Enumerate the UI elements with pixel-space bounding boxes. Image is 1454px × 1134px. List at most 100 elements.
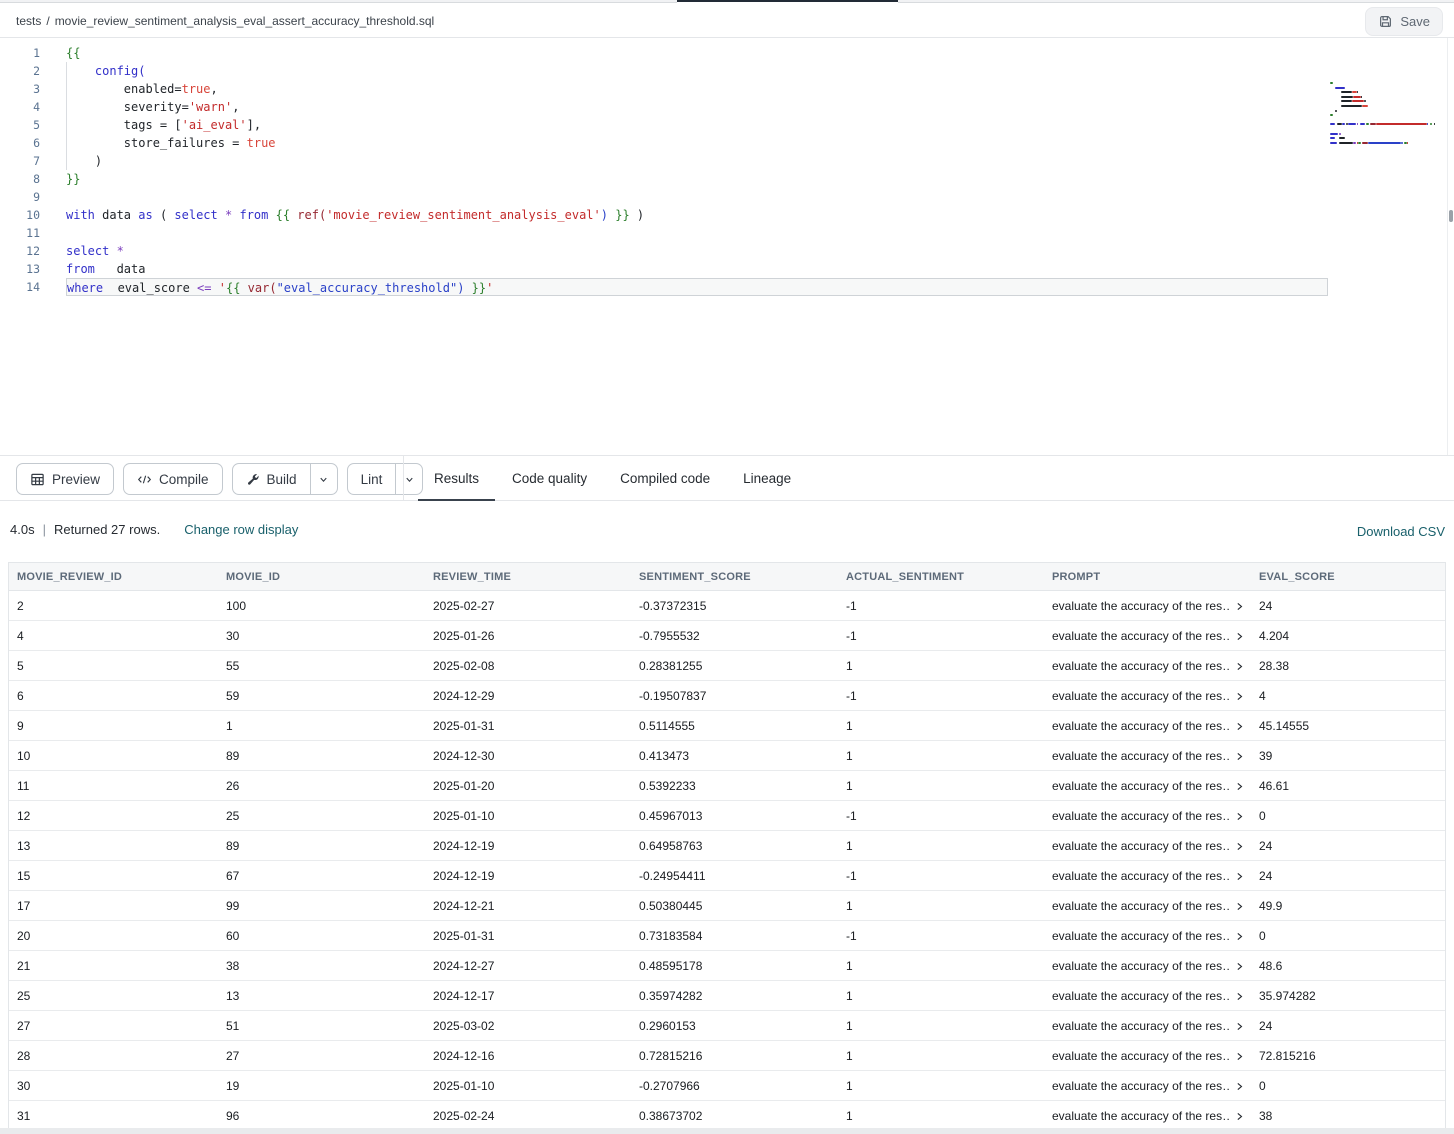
code-line[interactable]: config(: [66, 62, 1328, 80]
prompt-expand-button[interactable]: [1235, 691, 1244, 701]
change-row-display-link[interactable]: Change row display: [184, 522, 298, 537]
table-cell: 2025-01-10: [425, 1071, 631, 1100]
tab-compiled-code[interactable]: Compiled code: [604, 456, 726, 501]
tab-lineage[interactable]: Lineage: [727, 456, 807, 501]
code-token: "eval_accuracy_threshold": [277, 281, 458, 295]
prompt-cell: evaluate the accuracy of the res…: [1044, 681, 1251, 710]
build-button[interactable]: Build: [233, 464, 310, 494]
prompt-expand-button[interactable]: [1235, 991, 1244, 1001]
minimap-segment: [1339, 137, 1344, 139]
download-csv-link[interactable]: Download CSV: [1357, 524, 1445, 539]
editor-scrollbar-thumb[interactable]: [1449, 210, 1453, 222]
code-line[interactable]: select *: [66, 242, 1328, 260]
table-cell: 2: [9, 591, 218, 620]
prompt-expand-button[interactable]: [1235, 601, 1244, 611]
table-cell: 0.45967013: [631, 801, 838, 830]
table-cell: 2024-12-30: [425, 741, 631, 770]
prompt-expand-button[interactable]: [1235, 901, 1244, 911]
chevron-right-icon: [1235, 992, 1244, 1001]
minimap-segment: [1358, 142, 1361, 144]
prompt-cell: evaluate the accuracy of the res…: [1044, 951, 1251, 980]
code-token: true: [182, 82, 211, 96]
table-cell: 38: [218, 951, 425, 980]
compile-button[interactable]: Compile: [124, 464, 222, 494]
minimap-segment: [1407, 142, 1408, 144]
prompt-expand-button[interactable]: [1235, 631, 1244, 641]
chevron-right-icon: [1235, 1022, 1244, 1031]
chevron-right-icon: [1235, 812, 1244, 821]
prompt-text: evaluate the accuracy of the res…: [1052, 981, 1230, 1010]
build-dropdown-button[interactable]: [310, 464, 337, 494]
code-line[interactable]: [66, 224, 1328, 242]
query-status-bar: 4.0s | Returned 27 rows. Change row disp…: [0, 501, 1454, 562]
prompt-expand-button[interactable]: [1235, 721, 1244, 731]
prompt-expand-button[interactable]: [1235, 1111, 1244, 1121]
save-button-label: Save: [1400, 14, 1430, 29]
prompt-expand-button[interactable]: [1235, 1051, 1244, 1061]
code-line[interactable]: enabled=true,: [66, 80, 1328, 98]
code-token: ): [630, 208, 644, 222]
table-cell: 20: [9, 921, 218, 950]
prompt-expand-button[interactable]: [1235, 781, 1244, 791]
table-cell: 0.48595178: [631, 951, 838, 980]
prompt-expand-button[interactable]: [1235, 1081, 1244, 1091]
code-token: {{: [226, 281, 240, 295]
prompt-expand-button[interactable]: [1235, 961, 1244, 971]
code-line[interactable]: from data: [66, 260, 1328, 278]
chevron-right-icon: [1235, 782, 1244, 791]
code-token: config(: [95, 64, 146, 78]
code-line[interactable]: ): [66, 152, 1328, 170]
tab-code-quality[interactable]: Code quality: [496, 456, 603, 501]
table-cell: 2025-01-31: [425, 711, 631, 740]
code-line[interactable]: severity='warn',: [66, 98, 1328, 116]
code-token: {{: [66, 46, 80, 60]
prompt-expand-button[interactable]: [1235, 661, 1244, 671]
editor-minimap[interactable]: [1330, 82, 1444, 146]
code-line[interactable]: {{: [66, 44, 1328, 62]
prompt-cell: evaluate the accuracy of the res…: [1044, 711, 1251, 740]
prompt-expand-button[interactable]: [1235, 871, 1244, 881]
preview-button[interactable]: Preview: [17, 464, 113, 494]
horizontal-scrollbar-track[interactable]: [0, 1128, 1454, 1134]
code-token: [66, 64, 95, 78]
minimap-segment: [1357, 123, 1358, 125]
code-line[interactable]: [66, 188, 1328, 206]
chevron-down-icon: [404, 474, 415, 485]
table-cell: 4.204: [1251, 621, 1445, 650]
table-cell: 13: [9, 831, 218, 860]
code-token: [212, 281, 219, 295]
breadcrumb-separator: /: [46, 14, 49, 28]
table-cell: -1: [838, 621, 1044, 650]
table-cell: 1: [838, 831, 1044, 860]
table-cell: 2024-12-19: [425, 831, 631, 860]
prompt-expand-button[interactable]: [1235, 1021, 1244, 1031]
editor-scrollbar[interactable]: [1447, 38, 1454, 455]
code-editor[interactable]: 1234567891011121314 {{ config( enabled=t…: [0, 38, 1454, 455]
breadcrumb: tests / movie_review_sentiment_analysis_…: [16, 3, 434, 38]
code-token: var(: [248, 281, 277, 295]
save-button[interactable]: Save: [1365, 7, 1443, 36]
prompt-text: evaluate the accuracy of the res…: [1052, 681, 1230, 710]
table-cell: 0.35974282: [631, 981, 838, 1010]
prompt-expand-button[interactable]: [1235, 751, 1244, 761]
table-row: 31962025-02-240.386737021evaluate the ac…: [9, 1101, 1445, 1128]
code-line[interactable]: store_failures = true: [66, 134, 1328, 152]
table-cell: 99: [218, 891, 425, 920]
code-line-active[interactable]: where eval_score <= '{{ var("eval_accura…: [66, 278, 1328, 296]
code-line[interactable]: with data as ( select * from {{ ref('mov…: [66, 206, 1328, 224]
lint-button[interactable]: Lint: [348, 464, 396, 494]
prompt-expand-button[interactable]: [1235, 931, 1244, 941]
code-line[interactable]: }}: [66, 170, 1328, 188]
prompt-expand-button[interactable]: [1235, 811, 1244, 821]
code-line[interactable]: tags = ['ai_eval'],: [66, 116, 1328, 134]
table-cell: 59: [218, 681, 425, 710]
prompt-expand-button[interactable]: [1235, 841, 1244, 851]
code-content[interactable]: {{ config( enabled=true, severity='warn'…: [66, 44, 1328, 296]
tab-results[interactable]: Results: [418, 456, 495, 501]
build-button-group: Build: [232, 463, 338, 495]
minimap-segment: [1366, 123, 1369, 125]
compile-button-label: Compile: [159, 472, 209, 487]
table-row: 21002025-02-27-0.37372315-1evaluate the …: [9, 591, 1445, 621]
table-cell: 2025-02-24: [425, 1101, 631, 1128]
table-cell: 0.28381255: [631, 651, 838, 680]
